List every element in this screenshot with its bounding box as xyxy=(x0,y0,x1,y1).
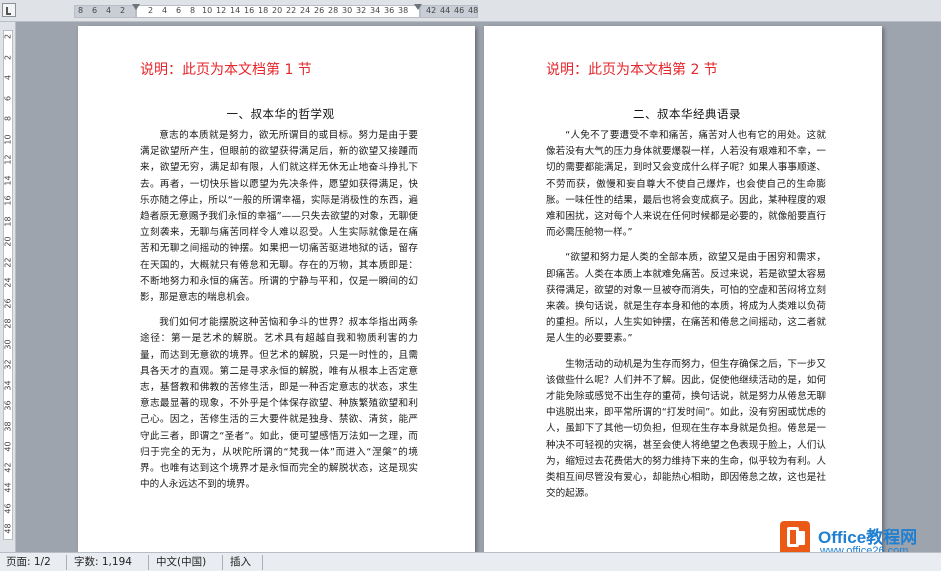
ruler-number: 2 xyxy=(120,6,126,15)
ruler-left-margin xyxy=(74,5,136,18)
ruler-number: 4 xyxy=(3,74,13,81)
ruler-number: 42 xyxy=(3,461,13,473)
ruler-number: 8 xyxy=(190,6,196,15)
horizontal-ruler[interactable]: 8 6 4 2 2 4 6 8 10 12 14 16 18 20 22 24 26 28 30 32 34 36 38 42… xyxy=(0,0,941,22)
ruler-number: 6 xyxy=(176,6,182,15)
ruler-number: 16 xyxy=(244,6,255,15)
status-page-count[interactable]: 页面: 1/2 xyxy=(0,555,57,570)
ruler-number: 18 xyxy=(3,215,13,227)
right-indent-marker[interactable] xyxy=(414,4,422,10)
ruler-number: 34 xyxy=(3,379,13,391)
ruler-number: 12 xyxy=(216,6,227,15)
status-divider xyxy=(262,555,263,570)
status-insert-mode[interactable]: 插入 xyxy=(224,555,257,570)
status-word-count[interactable]: 字数: 1,194 xyxy=(68,555,138,570)
status-language[interactable]: 中文(中国) xyxy=(150,555,212,570)
ruler-number: 24 xyxy=(3,277,13,288)
ruler-number: 44 xyxy=(3,482,13,493)
ruler-number: 34 xyxy=(370,6,381,15)
ruler-number: 46 xyxy=(3,502,13,514)
ruler-number: 48 xyxy=(468,6,479,15)
ruler-number: 6 xyxy=(3,95,13,101)
ruler-number: 22 xyxy=(3,256,13,268)
paragraph: “人免不了要遭受不幸和痛苦，痛苦对人也有它的用处。这就像若没有大气的压力身体就要… xyxy=(546,130,826,239)
ruler-number: 44 xyxy=(440,6,451,15)
ruler-number: 20 xyxy=(272,6,283,15)
ruler-number: 14 xyxy=(230,6,241,15)
ruler-number: 10 xyxy=(202,6,213,15)
ruler-number: 48 xyxy=(3,523,13,534)
ruler-number: 4 xyxy=(162,6,168,15)
tab-selector-icon[interactable] xyxy=(2,3,16,17)
first-line-indent-marker[interactable] xyxy=(132,4,140,10)
ruler-number: 10 xyxy=(3,133,13,145)
status-divider xyxy=(222,555,223,570)
section-note: 说明：此页为本文档第 2 节 xyxy=(546,62,718,78)
ruler-number: 8 xyxy=(3,115,13,122)
status-divider xyxy=(148,555,149,570)
ruler-number: 40 xyxy=(3,441,13,452)
section-heading: 二、叔本华经典语录 xyxy=(633,107,741,121)
status-bar: 页面: 1/2 字数: 1,194 中文(中国) 插入 xyxy=(0,552,941,571)
body-text[interactable]: “人免不了要遭受不幸和痛苦，痛苦对人也有它的用处。这就像若没有大气的压力身体就要… xyxy=(546,128,826,511)
ruler-number: 36 xyxy=(384,6,395,15)
paragraph: 我们如何才能摆脱这种苦恼和争斗的世界？叔本华指出两条途径：第一是艺术的解脱。艺术… xyxy=(140,317,418,491)
ruler-number: 30 xyxy=(3,338,13,350)
ruler-number: 2 xyxy=(3,33,13,40)
ruler-number: 28 xyxy=(328,6,339,15)
ruler-number: 2 xyxy=(148,6,154,15)
ruler-number: 14 xyxy=(3,174,13,186)
ruler-number: 38 xyxy=(398,6,409,15)
ruler-number: 24 xyxy=(300,6,311,15)
ruler-number: 8 xyxy=(78,6,84,15)
section-note: 说明：此页为本文档第 1 节 xyxy=(140,62,312,78)
ruler-number: 28 xyxy=(3,318,13,329)
ruler-number: 6 xyxy=(92,6,98,15)
section-heading: 一、叔本华的哲学观 xyxy=(226,107,335,121)
ruler-number: 20 xyxy=(3,236,13,247)
paragraph: 意志的本质就是努力，欲无所谓目的或目标。努力是由于要满足欲望所产生，但眼前的欲望… xyxy=(140,130,418,304)
office-logo-icon xyxy=(780,521,810,555)
ruler-number: 42 xyxy=(426,6,437,15)
ruler-number: 16 xyxy=(3,195,13,206)
ruler-number: 36 xyxy=(3,400,13,411)
ruler-number: 4 xyxy=(106,6,112,15)
body-text[interactable]: 意志的本质就是努力，欲无所谓目的或目标。努力是由于要满足欲望所产生，但眼前的欲望… xyxy=(140,128,418,502)
ruler-number: 22 xyxy=(286,6,297,15)
ruler-number: 38 xyxy=(3,420,13,432)
ruler-number: 30 xyxy=(342,6,353,15)
paragraph: “欲望和努力是人类的全部本质，欲望又是由于困穷和需求，即痛苦。人类在本质上本就难… xyxy=(546,252,826,345)
document-page-1[interactable]: 说明：此页为本文档第 1 节 一、叔本华的哲学观 意志的本质就是努力，欲无所谓目… xyxy=(78,26,475,552)
ruler-number: 26 xyxy=(314,6,325,15)
vertical-ruler[interactable]: 2 2 4 6 8 10 12 14 16 18 20 22 24 26 28 30 32 34 36 38 40 42 4… xyxy=(0,22,16,552)
document-page-2[interactable]: 说明：此页为本文档第 2 节 二、叔本华经典语录 “人免不了要遭受不幸和痛苦，痛… xyxy=(484,26,882,552)
ruler-number: 26 xyxy=(3,297,13,309)
ruler-number: 2 xyxy=(3,54,13,60)
ruler-number: 12 xyxy=(3,154,13,165)
status-divider xyxy=(66,555,67,570)
ruler-number: 46 xyxy=(454,6,465,15)
ruler-number: 32 xyxy=(356,6,367,15)
ruler-number: 32 xyxy=(3,359,13,370)
ruler-number: 18 xyxy=(258,6,269,15)
paragraph: 生物活动的动机是为生存而努力，但生存确保之后，下一步又该做些什么呢？人们并不了解… xyxy=(546,358,826,500)
